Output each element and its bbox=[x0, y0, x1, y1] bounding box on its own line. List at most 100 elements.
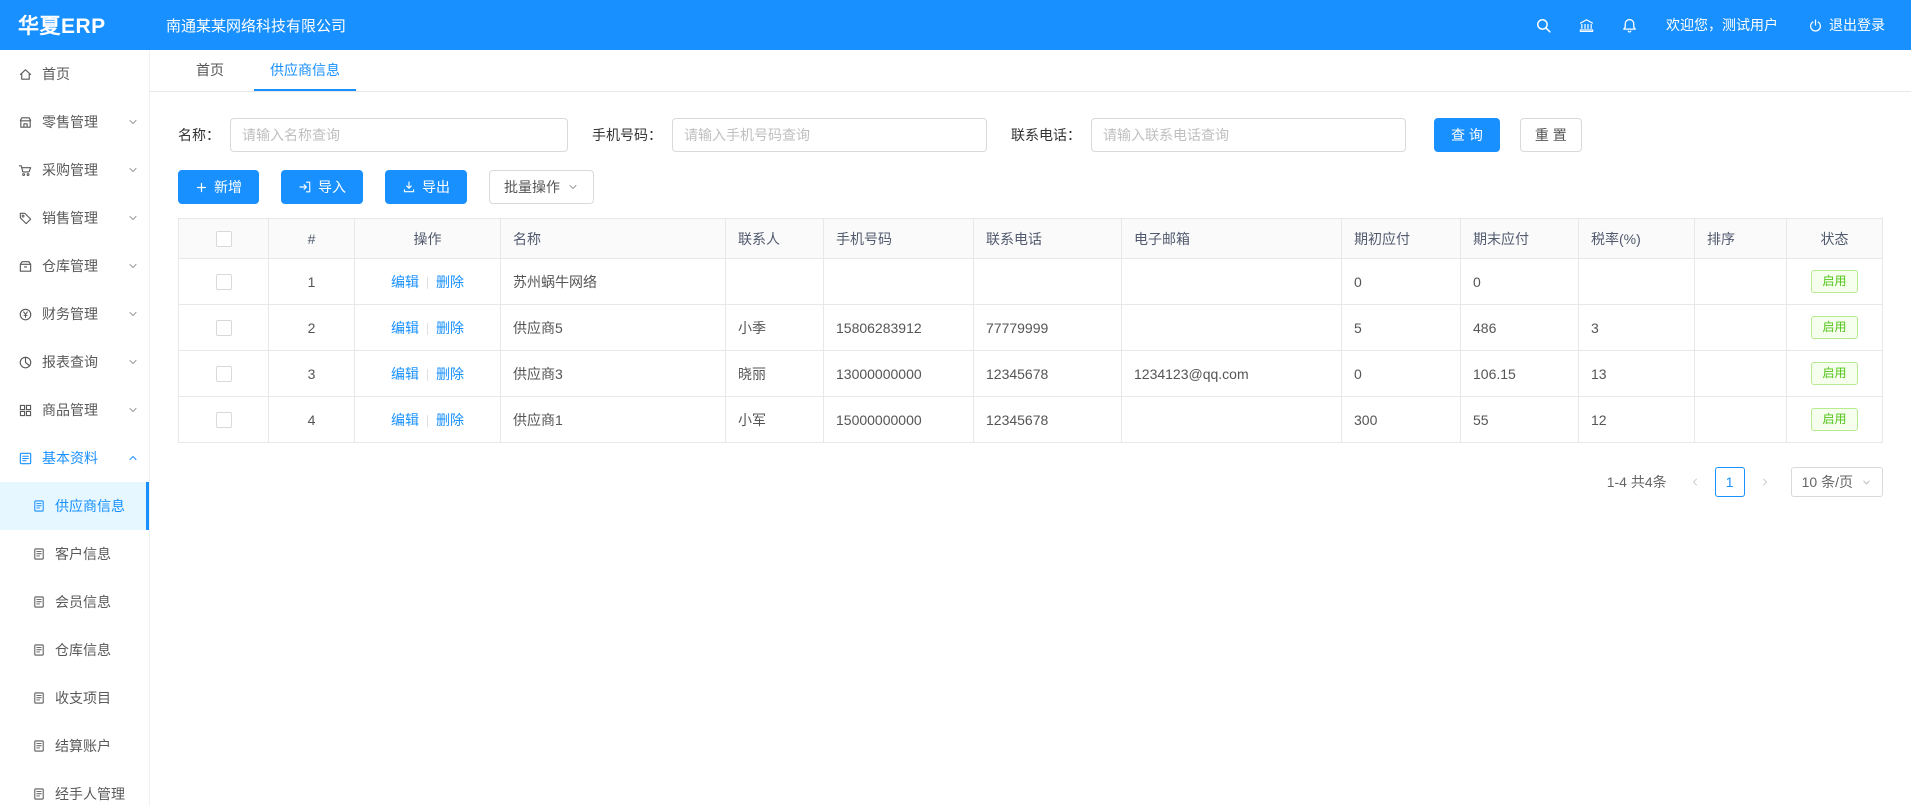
table-row: 3 编辑删除 供应商3 晓丽 13000000000 12345678 1234… bbox=[179, 351, 1883, 397]
chevron-down-icon bbox=[127, 116, 139, 128]
chevron-down-icon bbox=[567, 181, 579, 193]
cell-closing-payable: 55 bbox=[1461, 397, 1579, 443]
document-icon bbox=[32, 691, 46, 705]
page-size-select[interactable]: 10 条/页 bbox=[1791, 467, 1883, 497]
sidebar-item-purchase[interactable]: 采购管理 bbox=[0, 146, 149, 194]
chevron-down-icon bbox=[127, 260, 139, 272]
column-header-status: 状态 bbox=[1787, 219, 1883, 259]
cell-mobile bbox=[824, 259, 974, 305]
cell-mobile: 15806283912 bbox=[824, 305, 974, 351]
sidebar-item-retail[interactable]: 零售管理 bbox=[0, 98, 149, 146]
tab-supplier-info[interactable]: 供应商信息 bbox=[254, 50, 356, 91]
cell-sort bbox=[1695, 259, 1787, 305]
cell-tax-rate: 3 bbox=[1579, 305, 1695, 351]
document-icon bbox=[32, 739, 46, 753]
column-header-name: 名称 bbox=[501, 219, 726, 259]
page-size-value: 10 条/页 bbox=[1802, 472, 1853, 492]
page-number-button[interactable]: 1 bbox=[1715, 467, 1745, 497]
cell-name: 供应商1 bbox=[501, 397, 726, 443]
name-search-input[interactable] bbox=[230, 118, 568, 152]
import-icon bbox=[298, 180, 312, 194]
edit-link[interactable]: 编辑 bbox=[391, 366, 419, 382]
home-icon bbox=[18, 67, 33, 82]
sidebar-item-warehouse[interactable]: 仓库管理 bbox=[0, 242, 149, 290]
table-header-row: # 操作 名称 联系人 手机号码 联系电话 电子邮箱 期初应付 期末应付 税率(… bbox=[179, 219, 1883, 259]
sidebar-item-customer-info[interactable]: 客户信息 bbox=[0, 530, 149, 578]
sidebar-item-label: 会员信息 bbox=[55, 592, 111, 612]
sidebar-item-settlement-account[interactable]: 结算账户 bbox=[0, 722, 149, 770]
cell-closing-payable: 0 bbox=[1461, 259, 1579, 305]
cell-opening-payable: 0 bbox=[1342, 351, 1461, 397]
column-header-index: # bbox=[269, 219, 355, 259]
edit-link[interactable]: 编辑 bbox=[391, 274, 419, 290]
cell-opening-payable: 300 bbox=[1342, 397, 1461, 443]
sidebar-item-label: 报表查询 bbox=[42, 352, 98, 372]
column-header-sort: 排序 bbox=[1695, 219, 1787, 259]
sidebar-item-income-expense[interactable]: 收支项目 bbox=[0, 674, 149, 722]
organization-icon[interactable] bbox=[1578, 17, 1595, 34]
mobile-filter-label: 手机号码： bbox=[592, 125, 662, 145]
cell-index: 2 bbox=[269, 305, 355, 351]
chevron-up-icon bbox=[127, 452, 139, 464]
next-page-button[interactable] bbox=[1751, 468, 1779, 496]
cell-sort bbox=[1695, 351, 1787, 397]
cell-phone: 77779999 bbox=[974, 305, 1122, 351]
delete-link[interactable]: 删除 bbox=[436, 366, 464, 382]
chevron-down-icon bbox=[127, 356, 139, 368]
top-header: 华夏ERP 南通某某网络科技有限公司 欢迎您，测试用户 退出登录 bbox=[0, 0, 1911, 50]
pagination-total: 1-4 共4条 bbox=[1607, 472, 1667, 492]
search-icon[interactable] bbox=[1535, 17, 1552, 34]
logout-label: 退出登录 bbox=[1829, 15, 1885, 35]
sidebar-item-warehouse-info[interactable]: 仓库信息 bbox=[0, 626, 149, 674]
sidebar-item-handler-management[interactable]: 经手人管理 bbox=[0, 770, 149, 806]
reset-button[interactable]: 重 置 bbox=[1520, 118, 1582, 152]
cell-email: 1234123@qq.com bbox=[1122, 351, 1342, 397]
sidebar-item-supplier-info[interactable]: 供应商信息 bbox=[0, 482, 149, 530]
add-button[interactable]: 新增 bbox=[178, 170, 259, 204]
import-button[interactable]: 导入 bbox=[281, 170, 363, 204]
select-all-checkbox[interactable] bbox=[216, 231, 232, 247]
table-row: 1 编辑删除 苏州蜗牛网络 0 0 启用 bbox=[179, 259, 1883, 305]
logout-icon bbox=[1808, 18, 1823, 33]
edit-link[interactable]: 编辑 bbox=[391, 412, 419, 428]
header-actions: 欢迎您，测试用户 退出登录 bbox=[1509, 15, 1911, 35]
supplier-table: # 操作 名称 联系人 手机号码 联系电话 电子邮箱 期初应付 期末应付 税率(… bbox=[178, 218, 1883, 443]
filter-bar: 名称： 手机号码： 联系电话： 查 询 重 置 bbox=[178, 118, 1883, 152]
cell-index: 1 bbox=[269, 259, 355, 305]
retail-icon bbox=[18, 115, 33, 130]
sidebar-item-basic-data[interactable]: 基本资料 bbox=[0, 434, 149, 482]
delete-link[interactable]: 删除 bbox=[436, 320, 464, 336]
filter-name: 名称： bbox=[178, 118, 568, 152]
sidebar-item-member-info[interactable]: 会员信息 bbox=[0, 578, 149, 626]
sidebar-item-finance[interactable]: 财务管理 bbox=[0, 290, 149, 338]
cell-contact bbox=[726, 259, 824, 305]
mobile-search-input[interactable] bbox=[672, 118, 987, 152]
delete-link[interactable]: 删除 bbox=[436, 412, 464, 428]
sidebar-item-goods[interactable]: 商品管理 bbox=[0, 386, 149, 434]
row-checkbox[interactable] bbox=[216, 412, 232, 428]
delete-link[interactable]: 删除 bbox=[436, 274, 464, 290]
bell-icon[interactable] bbox=[1621, 17, 1638, 34]
cell-closing-payable: 486 bbox=[1461, 305, 1579, 351]
tab-home[interactable]: 首页 bbox=[180, 50, 240, 91]
search-button[interactable]: 查 询 bbox=[1434, 118, 1500, 152]
sidebar-item-home[interactable]: 首页 bbox=[0, 50, 149, 98]
row-checkbox[interactable] bbox=[216, 274, 232, 290]
row-checkbox[interactable] bbox=[216, 366, 232, 382]
sidebar-item-label: 商品管理 bbox=[42, 400, 98, 420]
row-checkbox[interactable] bbox=[216, 320, 232, 336]
export-button-label: 导出 bbox=[422, 177, 450, 197]
sidebar-item-label: 采购管理 bbox=[42, 160, 98, 180]
export-button[interactable]: 导出 bbox=[385, 170, 467, 204]
chevron-down-icon bbox=[127, 308, 139, 320]
phone-search-input[interactable] bbox=[1091, 118, 1406, 152]
cell-sort bbox=[1695, 305, 1787, 351]
prev-page-button[interactable] bbox=[1681, 468, 1709, 496]
batch-operation-button[interactable]: 批量操作 bbox=[489, 170, 594, 204]
sidebar-item-report[interactable]: 报表查询 bbox=[0, 338, 149, 386]
name-filter-label: 名称： bbox=[178, 125, 220, 145]
logout-button[interactable]: 退出登录 bbox=[1808, 15, 1885, 35]
cell-opening-payable: 0 bbox=[1342, 259, 1461, 305]
edit-link[interactable]: 编辑 bbox=[391, 320, 419, 336]
sidebar-item-sales[interactable]: 销售管理 bbox=[0, 194, 149, 242]
